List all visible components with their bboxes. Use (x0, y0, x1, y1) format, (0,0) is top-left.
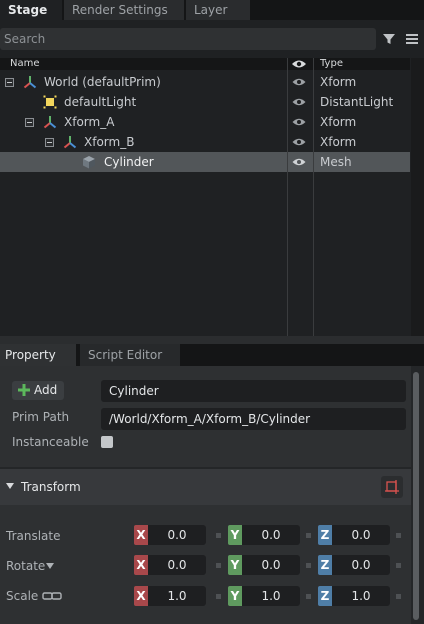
prim-path-field[interactable]: /World/Xform_A/Xform_B/Cylinder (101, 408, 406, 430)
instanceable-checkbox[interactable] (101, 436, 113, 448)
z-axis-tag: Z (318, 525, 332, 545)
tab-stage[interactable]: Stage (0, 0, 62, 20)
column-header-name[interactable]: Name (10, 58, 40, 70)
stage-tree: World (defaultPrim) Xform defaultLight D… (0, 70, 410, 336)
prim-path-label: Prim Path (12, 410, 70, 424)
translate-y-field[interactable]: 0.0 (242, 525, 300, 545)
rotate-y-field[interactable]: 0.0 (242, 555, 300, 575)
tree-row-label: Xform_A (64, 115, 115, 129)
xform-axis-icon (23, 76, 37, 89)
rotate-x-field[interactable]: 0.0 (148, 555, 206, 575)
visibility-eye-icon[interactable] (292, 117, 306, 127)
tab-script-editor[interactable]: Script Editor (80, 344, 180, 366)
z-axis-tag: Z (318, 586, 332, 606)
rotate-label: Rotate (6, 559, 46, 573)
tree-row-cylinder[interactable]: Cylinder Mesh (0, 152, 410, 172)
collapse-toggle[interactable] (5, 78, 14, 87)
add-button-label: Add (34, 383, 58, 397)
y-axis-tag: Y (228, 525, 242, 545)
instanceable-label: Instanceable (12, 435, 89, 449)
visibility-eye-icon[interactable] (292, 157, 306, 167)
tree-row-defaultlight[interactable]: defaultLight DistantLight (0, 92, 410, 112)
tree-scrollbar[interactable] (411, 58, 424, 336)
search-input[interactable]: Search (0, 28, 376, 50)
tree-row-type: DistantLight (320, 95, 394, 109)
visibility-header-eye-icon (292, 60, 306, 68)
collapse-triangle-icon[interactable] (6, 483, 14, 489)
tab-property[interactable]: Property (0, 344, 76, 366)
column-divider (313, 58, 314, 336)
tree-row-type: Xform (320, 75, 357, 89)
plus-icon (18, 384, 30, 396)
rotate-order-dropdown-icon[interactable] (46, 563, 54, 569)
xform-axis-icon (43, 116, 57, 129)
keyframe-dot[interactable] (396, 563, 401, 568)
visibility-eye-icon[interactable] (292, 97, 306, 107)
keyframe-dot[interactable] (396, 533, 401, 538)
keyframe-dot[interactable] (216, 563, 221, 568)
y-axis-tag: Y (228, 555, 242, 575)
transform-frame-icon (385, 480, 399, 494)
tree-row-label: World (defaultPrim) (44, 75, 161, 89)
keyframe-dot[interactable] (216, 533, 221, 538)
scale-y-field[interactable]: 1.0 (242, 586, 300, 606)
distant-light-icon (43, 95, 57, 109)
keyframe-dot[interactable] (306, 563, 311, 568)
prim-name-field[interactable]: Cylinder (101, 380, 406, 402)
mesh-cube-icon (83, 156, 95, 169)
collapse-toggle[interactable] (25, 118, 34, 127)
rotate-z-field[interactable]: 0.0 (332, 555, 390, 575)
transform-section-title: Transform (21, 480, 81, 494)
scale-x-field[interactable]: 1.0 (148, 586, 206, 606)
keyframe-dot[interactable] (216, 594, 221, 599)
visibility-eye-icon[interactable] (292, 77, 306, 87)
y-axis-tag: Y (228, 586, 242, 606)
xform-axis-icon (63, 136, 77, 149)
transform-options-button[interactable] (381, 476, 403, 498)
panel-tab-bar: Stage Render Settings Layer (0, 0, 424, 20)
translate-label: Translate (6, 529, 61, 543)
tree-row-type: Mesh (320, 155, 352, 169)
add-button[interactable]: Add (12, 381, 64, 400)
column-header-type[interactable]: Type (320, 58, 343, 70)
tree-row-type: Xform (320, 115, 357, 129)
tree-header: Name Type (0, 58, 410, 70)
tree-row-xform-b[interactable]: Xform_B Xform (0, 132, 410, 152)
keyframe-dot[interactable] (306, 594, 311, 599)
hamburger-menu-icon[interactable] (404, 31, 420, 47)
property-tab-bar: Property Script Editor (0, 344, 424, 366)
tree-row-label: Xform_B (84, 135, 135, 149)
keyframe-dot[interactable] (306, 533, 311, 538)
collapse-toggle[interactable] (45, 138, 54, 147)
tree-row-type: Xform (320, 135, 357, 149)
translate-x-field[interactable]: 0.0 (148, 525, 206, 545)
link-scale-icon[interactable] (42, 591, 62, 601)
tree-row-xform-a[interactable]: Xform_A Xform (0, 112, 410, 132)
tree-row-world[interactable]: World (defaultPrim) Xform (0, 72, 410, 92)
translate-z-field[interactable]: 0.0 (332, 525, 390, 545)
scale-z-field[interactable]: 1.0 (332, 586, 390, 606)
tab-render-settings[interactable]: Render Settings (64, 0, 184, 20)
visibility-eye-icon[interactable] (292, 137, 306, 147)
tab-layer[interactable]: Layer (186, 0, 250, 20)
column-divider (287, 58, 288, 336)
z-axis-tag: Z (318, 555, 332, 575)
property-scrollbar-thumb[interactable] (413, 372, 419, 620)
panel-splitter[interactable] (0, 336, 424, 344)
x-axis-tag: X (134, 525, 148, 545)
scale-label: Scale (6, 589, 39, 603)
x-axis-tag: X (134, 555, 148, 575)
x-axis-tag: X (134, 586, 148, 606)
tree-row-label: Cylinder (104, 155, 154, 169)
tree-row-label: defaultLight (64, 95, 137, 109)
filter-icon[interactable] (381, 31, 397, 47)
keyframe-dot[interactable] (396, 594, 401, 599)
